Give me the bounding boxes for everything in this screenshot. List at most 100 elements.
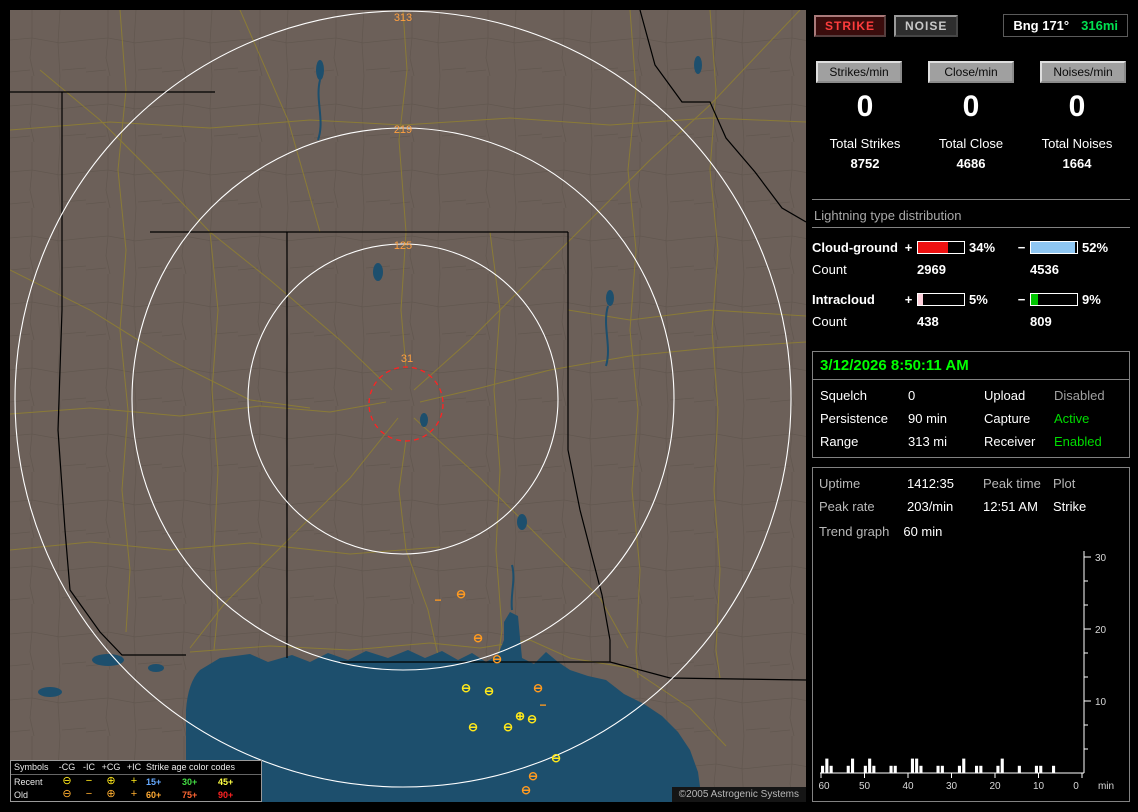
trend-graph-label: Trend graph: [819, 524, 890, 539]
plus-icon: +: [130, 775, 138, 787]
legend-col-ic-neg: -IC: [83, 761, 95, 772]
noises-per-min-value: 0: [1068, 90, 1086, 123]
receiver-label: Receiver: [984, 434, 1036, 449]
plus-sign: +: [904, 292, 913, 307]
age-code-30: 30+: [182, 776, 198, 787]
intracloud-label: Intracloud: [812, 292, 875, 307]
copyright-notice: ©2005 Astrogenic Systems: [671, 787, 806, 802]
y-ticks: [1084, 556, 1091, 750]
cloud-ground-count-row: Count 2969 4536: [812, 262, 1130, 277]
cloud-ground-negative-pct: 52%: [1082, 240, 1109, 255]
map-canvas: 313 219 125 31: [10, 10, 806, 802]
axis-labels: 30 20 10 60 50 40 30 20 10 0 min: [818, 553, 1114, 792]
cloud-ground-label: Cloud-ground: [812, 240, 898, 255]
stats-box: Uptime 1412:35 Peak time Plot Peak rate …: [812, 467, 1130, 802]
legend-symbols-title: Symbols: [14, 762, 49, 772]
legend-old-label: Old: [14, 789, 29, 800]
close-per-min-button[interactable]: Close/min: [928, 61, 1014, 83]
intracloud-row: Intracloud + 5% − 9%: [812, 292, 1130, 307]
age-code-45: 45+: [218, 776, 234, 787]
legend-recent-label: Recent: [14, 776, 43, 787]
circle-minus-icon: ⊖: [62, 775, 72, 787]
noises-per-min-button[interactable]: Noises/min: [1040, 61, 1126, 83]
circle-plus-icon: ⊕: [106, 775, 116, 787]
intracloud-negative-bar: [1030, 293, 1078, 306]
capture-status: Active: [1054, 411, 1090, 426]
total-noises: Total Noises 1664: [1024, 136, 1130, 171]
age-code-90: 90+: [218, 789, 234, 800]
upload-label: Upload: [984, 388, 1026, 403]
cloud-ground-negative-count: 4536: [1030, 262, 1059, 277]
x-tick-60: 60: [818, 781, 830, 792]
strikes-per-min-button[interactable]: Strikes/min: [816, 61, 902, 83]
datetime-display: 3/12/2026 8:50:11 AM: [813, 352, 1129, 380]
ring-label-125: 125: [394, 240, 412, 252]
cloud-ground-positive-bar: [917, 241, 965, 254]
intracloud-positive-pct: 5%: [969, 292, 988, 307]
upload-status: Disabled: [1054, 388, 1105, 403]
ring-label-313: 313: [394, 12, 412, 24]
distribution-title: Lightning type distribution: [812, 200, 1130, 228]
ring-label-219: 219: [394, 124, 412, 136]
noise-mode-button[interactable]: NOISE: [894, 14, 959, 37]
count-label: Count: [812, 314, 847, 329]
legend-col-cg-neg: -CG: [58, 761, 76, 772]
cloud-ground-negative-bar: [1030, 241, 1078, 254]
map-legend: Symbols -CG -IC +CG +IC Strike age color…: [10, 760, 262, 802]
rate-values-row: 0 0 0: [812, 90, 1130, 124]
mode-row: STRIKE NOISE Bng 171° 316mi: [814, 14, 1128, 37]
peak-rate-value: 203/min: [907, 499, 954, 514]
total-strikes-label: Total Strikes: [829, 136, 901, 151]
x-ticks: [820, 773, 1083, 778]
circle-plus-icon: ⊕: [106, 788, 116, 800]
legend-row-recent: Recent ⊖ − ⊕ + 15+ 30+ 45+: [11, 775, 261, 788]
legend-row-old: Old ⊖ − ⊕ + 60+ 75+ 90+: [11, 788, 261, 801]
intracloud-negative-count: 809: [1030, 314, 1052, 329]
squelch-label: Squelch: [820, 388, 867, 403]
legend-col-ic-pos: +IC: [126, 761, 142, 772]
status-panel: STRIKE NOISE Bng 171° 316mi Strikes/min …: [812, 10, 1130, 802]
intracloud-negative-pct: 9%: [1082, 292, 1101, 307]
settings-grid: Squelch 0 Upload Disabled Persistence 90…: [813, 380, 1129, 457]
plot-label: Plot: [1053, 476, 1076, 491]
minus-icon: −: [85, 788, 93, 800]
age-code-60: 60+: [146, 789, 162, 800]
plus-sign: +: [904, 240, 913, 255]
trend-bars: [821, 758, 1056, 773]
x-tick-0: 0: [1073, 781, 1079, 792]
bearing-value: Bng 171°: [1013, 18, 1070, 33]
lightning-map[interactable]: 313 219 125 31 ⊖ − ⊖ ⊖ ⊖ ⊖ ⊖ ⊕ ⊖ ⊖ ⊖ − ⊖ ⊖ ⊖ Symbols -…: [10, 10, 806, 802]
cloud-ground-negative: − 52%: [1017, 240, 1130, 255]
range-value: 313 mi: [908, 434, 948, 449]
ring-label-31: 31: [401, 353, 413, 365]
total-close: Total Close 4686: [918, 136, 1024, 171]
strike-mode-button[interactable]: STRIKE: [814, 14, 887, 37]
intracloud-positive-bar: [917, 293, 965, 306]
stormtracker-window: 313 219 125 31 ⊖ − ⊖ ⊖ ⊖ ⊖ ⊖ ⊕ ⊖ ⊖ ⊖ − ⊖ ⊖ ⊖ Symbols -…: [0, 0, 1138, 812]
cloud-ground-positive-pct: 34%: [969, 240, 996, 255]
legend-age-title: Strike age color codes: [146, 762, 236, 772]
plot-value: Strike: [1053, 499, 1087, 514]
x-tick-10: 10: [1033, 781, 1045, 792]
totals-row: Total Strikes 8752 Total Close 4686 Tota…: [812, 136, 1130, 171]
y-tick-20: 20: [1095, 625, 1107, 636]
status-box: 3/12/2026 8:50:11 AM Squelch 0 Upload Di…: [812, 351, 1130, 458]
intracloud-count-row: Count 438 809: [812, 314, 1130, 329]
minus-sign: −: [1017, 240, 1026, 255]
x-axis-unit: min: [1098, 781, 1114, 792]
squelch-value: 0: [908, 388, 916, 403]
age-code-15: 15+: [146, 776, 162, 787]
x-tick-20: 20: [989, 781, 1001, 792]
legend-header: Symbols -CG -IC +CG +IC Strike age color…: [11, 761, 261, 775]
bearing-range-value: 316mi: [1081, 18, 1118, 33]
cloud-ground-row: Cloud-ground + 34% − 52%: [812, 240, 1130, 255]
range-label: Range: [820, 434, 859, 449]
y-tick-30: 30: [1095, 553, 1107, 564]
stats-grid: Uptime 1412:35 Peak time Plot Peak rate …: [818, 474, 1124, 514]
capture-label: Capture: [984, 411, 1031, 426]
strikes-per-min-value: 0: [856, 90, 874, 123]
peak-time-label: Peak time: [983, 476, 1041, 491]
trend-graph-row: Trend graph 60 min: [819, 524, 1123, 539]
total-close-label: Total Close: [938, 136, 1004, 151]
total-strikes: Total Strikes 8752: [812, 136, 918, 171]
